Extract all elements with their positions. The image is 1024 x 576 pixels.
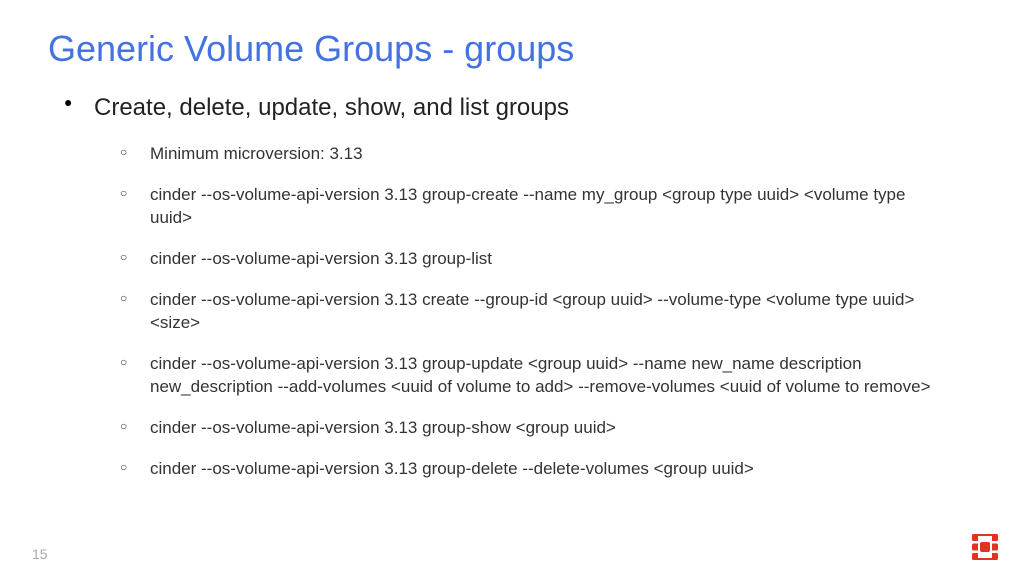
- main-bullet-list: Create, delete, update, show, and list g…: [48, 92, 976, 481]
- main-list-item: Create, delete, update, show, and list g…: [94, 92, 976, 481]
- sub-list-item: cinder --os-volume-api-version 3.13 grou…: [150, 353, 976, 399]
- sub-list-item: cinder --os-volume-api-version 3.13 grou…: [150, 458, 976, 481]
- sub-list-item: cinder --os-volume-api-version 3.13 crea…: [150, 289, 976, 335]
- openstack-logo-icon: [972, 534, 998, 560]
- sub-list-item: cinder --os-volume-api-version 3.13 grou…: [150, 417, 976, 440]
- sub-list-item: Minimum microversion: 3.13: [150, 143, 976, 166]
- sub-bullet-list: Minimum microversion: 3.13 cinder --os-v…: [94, 143, 976, 480]
- main-item-text: Create, delete, update, show, and list g…: [94, 92, 976, 123]
- slide-title: Generic Volume Groups - groups: [48, 28, 976, 70]
- sub-list-item: cinder --os-volume-api-version 3.13 grou…: [150, 248, 976, 271]
- sub-list-item: cinder --os-volume-api-version 3.13 grou…: [150, 184, 976, 230]
- slide-container: Generic Volume Groups - groups Create, d…: [0, 0, 1024, 481]
- page-number: 15: [32, 546, 48, 562]
